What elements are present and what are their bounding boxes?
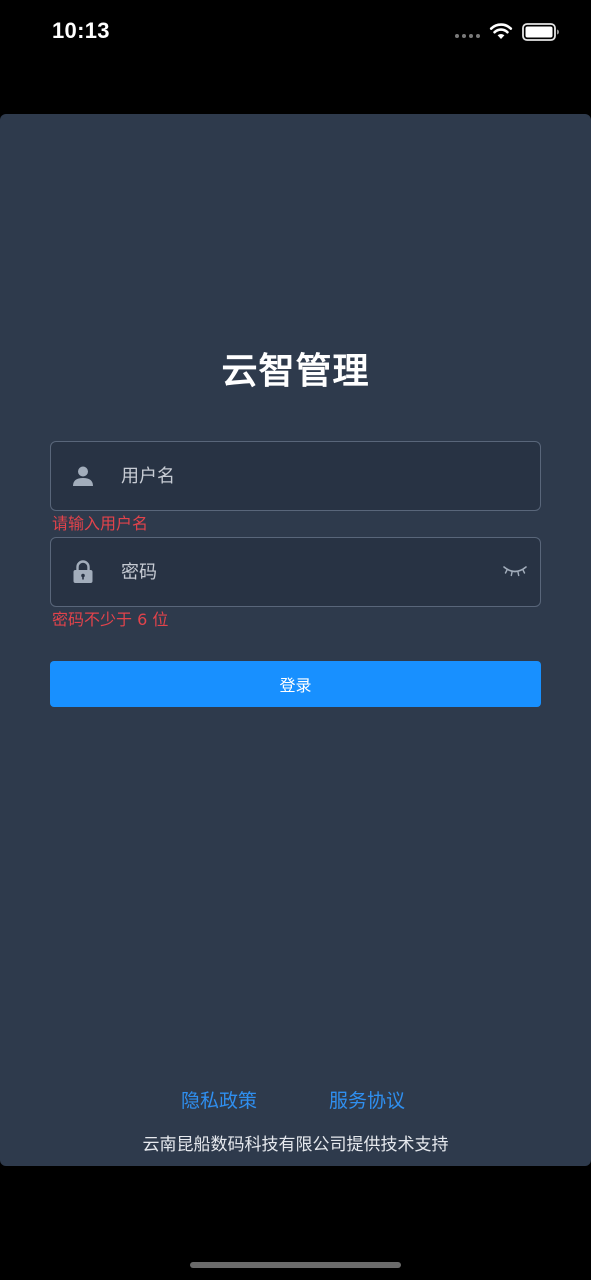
lock-icon bbox=[51, 538, 115, 606]
username-error: 请输入用户名 bbox=[52, 514, 149, 533]
status-bar: 10:13 bbox=[0, 0, 591, 64]
password-field[interactable] bbox=[50, 537, 541, 607]
page-title: 云智管理 bbox=[221, 351, 370, 392]
wifi-icon bbox=[489, 22, 513, 44]
signal-icon bbox=[455, 34, 480, 38]
battery-icon bbox=[522, 22, 560, 46]
service-agreement-link[interactable]: 服务协议 bbox=[329, 1086, 405, 1113]
privacy-policy-link[interactable]: 隐私政策 bbox=[181, 1086, 257, 1113]
footer-credit: 云南昆船数码科技有限公司提供技术支持 bbox=[142, 1135, 449, 1155]
eye-closed-icon[interactable] bbox=[500, 556, 530, 586]
login-button[interactable]: 登录 bbox=[50, 661, 541, 707]
login-card: 云智管理 请输入用户名 bbox=[0, 114, 591, 1166]
footer-links: 隐私政策 服务协议 bbox=[0, 1086, 591, 1114]
password-error: 密码不少于 6 位 bbox=[52, 610, 169, 629]
status-time: 10:13 bbox=[52, 18, 110, 43]
username-field[interactable] bbox=[50, 441, 541, 511]
home-indicator[interactable] bbox=[190, 1262, 401, 1268]
password-input[interactable] bbox=[121, 538, 500, 606]
username-input[interactable] bbox=[121, 442, 500, 510]
user-icon bbox=[51, 442, 115, 510]
